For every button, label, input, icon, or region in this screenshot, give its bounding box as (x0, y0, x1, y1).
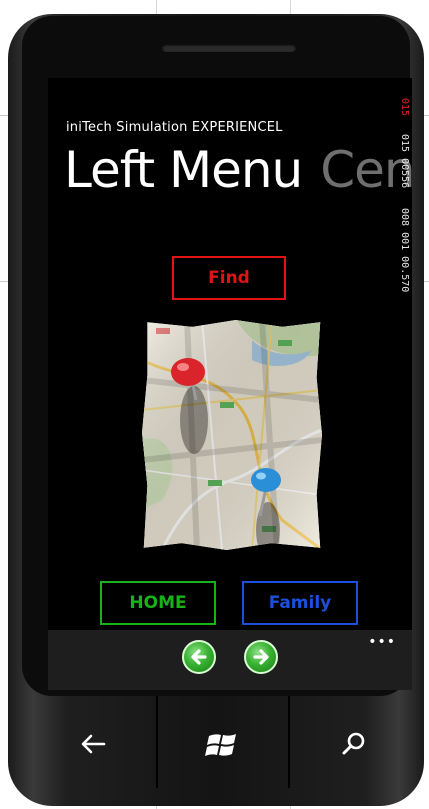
map-image (142, 320, 322, 550)
phone-emulator-frame: iniTech Simulation EXPERIENCEL Left Menu… (8, 14, 424, 806)
family-button[interactable]: Family (242, 581, 358, 625)
frame-counter-line-3: 008 001 00.570 (399, 208, 410, 293)
phone-speaker (162, 44, 296, 52)
hardware-buttons-bar (8, 696, 424, 806)
application-bar: ••• (48, 630, 412, 690)
home-button[interactable]: HOME (100, 581, 216, 625)
pivot-header: Left Menu Cen (64, 140, 412, 200)
pivot-item-left-menu[interactable]: Left Menu (64, 141, 303, 199)
search-icon[interactable] (332, 722, 376, 766)
arrow-left-icon[interactable] (182, 640, 216, 674)
app-bar-more-button[interactable]: ••• (368, 634, 396, 650)
app-title: iniTech Simulation EXPERIENCEL (66, 120, 283, 135)
frame-rate-counter: 015 015 00556 008 001 00.570 (396, 98, 412, 378)
crumpled-map-icon (142, 320, 322, 550)
back-arrow-icon[interactable] (72, 722, 116, 766)
hardware-divider (156, 696, 158, 788)
frame-counter-line-1: 015 (399, 98, 410, 117)
phone-screen: iniTech Simulation EXPERIENCEL Left Menu… (48, 78, 412, 690)
find-button[interactable]: Find (172, 256, 286, 300)
windows-logo-icon[interactable] (200, 722, 244, 766)
frame-counter-line-2: 015 00556 (399, 134, 410, 189)
hardware-divider (288, 696, 290, 788)
arrow-right-icon[interactable] (244, 640, 278, 674)
